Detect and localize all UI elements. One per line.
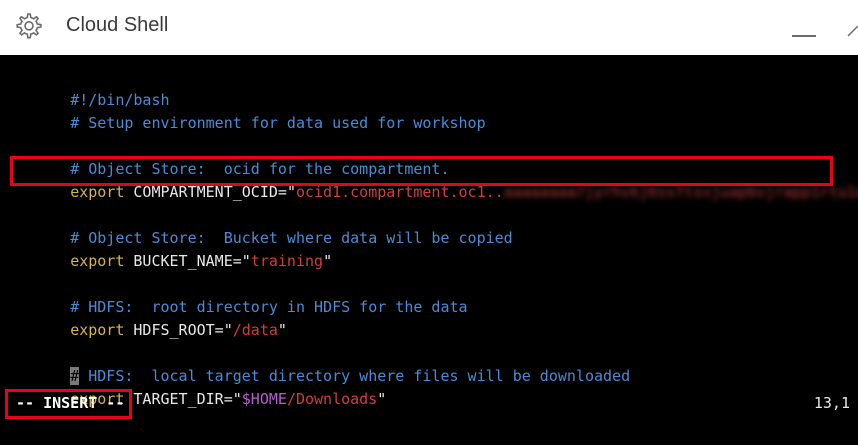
cloud-shell-window: Cloud Shell #!/bin/bash # Setup environm… [0, 0, 858, 445]
string-value: training [250, 252, 324, 270]
gear-icon[interactable] [13, 11, 43, 41]
code-line-comment-bucket: # Object Store: Bucket where data will b… [16, 208, 513, 247]
terminal-editor[interactable]: #!/bin/bash # Setup environment for data… [0, 55, 858, 445]
quote-close: " [377, 390, 387, 408]
cursor-position: 13,1 [813, 394, 850, 412]
variable-name: TARGET_DIR= [124, 390, 233, 408]
quote-open: " [232, 390, 242, 408]
code-line-comment-target-dir: # HDFS: local target directory where fil… [16, 346, 630, 385]
comment-text: # Setup environment for data used for wo… [70, 114, 486, 132]
quote-close: " [277, 321, 287, 339]
code-line-export-bucket: export BUCKET_NAME="training" [16, 231, 332, 270]
restore-icon[interactable] [846, 24, 858, 38]
quote-open: " [223, 321, 233, 339]
string-value: /Downloads [286, 390, 378, 408]
export-keyword: export [70, 321, 125, 339]
export-keyword: export [70, 252, 125, 270]
variable-name: BUCKET_NAME= [124, 252, 242, 270]
shell-variable: $HOME [241, 390, 287, 408]
annotation-box-insert [5, 389, 132, 419]
code-line-comment-hdfs-root: # HDFS: root directory in HDFS for the d… [16, 277, 467, 316]
code-line-export-target-dir: export TARGET_DIR="$HOME/Downloads" [16, 369, 386, 408]
code-line-export-hdfs-root: export HDFS_ROOT="/data" [16, 300, 287, 339]
string-value: /data [232, 321, 278, 339]
code-line-shebang: #!/bin/bash [16, 70, 169, 109]
quote-close: " [323, 252, 333, 270]
variable-name: HDFS_ROOT= [124, 321, 224, 339]
window-title: Cloud Shell [66, 14, 169, 36]
title-bar: Cloud Shell [0, 0, 858, 55]
annotation-box-compartment [10, 156, 833, 186]
quote-open: " [241, 252, 251, 270]
minimize-icon[interactable] [792, 35, 816, 37]
code-line-comment-setup: # Setup environment for data used for wo… [16, 93, 485, 132]
